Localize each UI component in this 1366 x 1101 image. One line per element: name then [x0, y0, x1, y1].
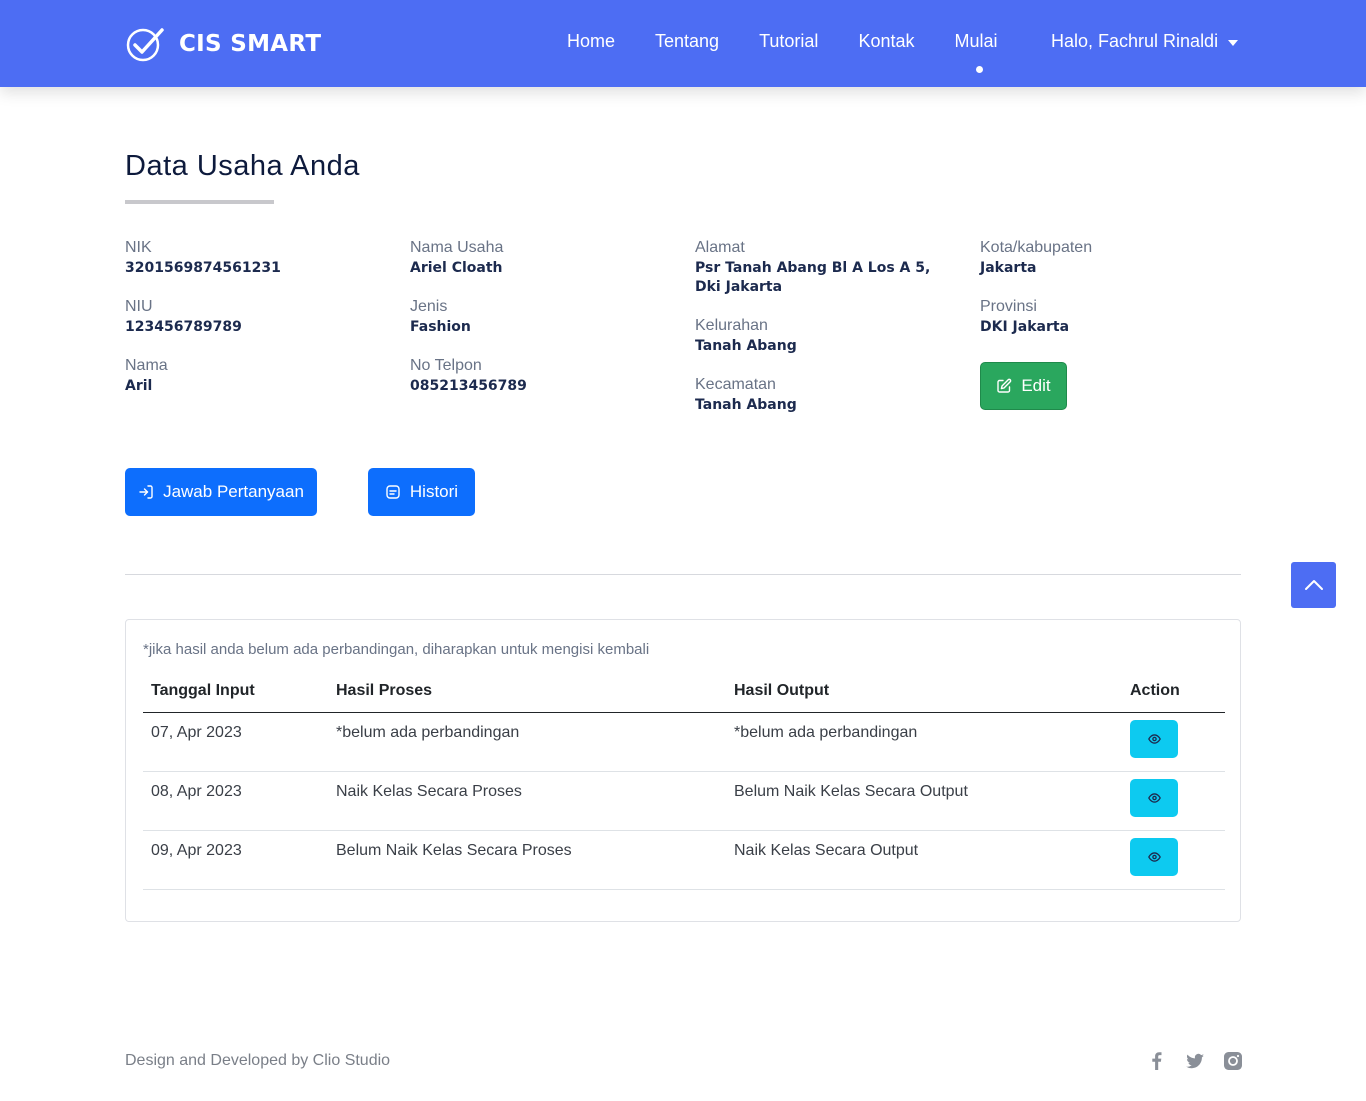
nav-link-kontak[interactable]: Kontak: [858, 31, 914, 52]
field-value: 123456789789: [125, 319, 242, 335]
cell-proses: Naik Kelas Secara Proses: [328, 771, 726, 831]
field-label: Nama Usaha: [410, 239, 504, 256]
cell-action: [1122, 830, 1225, 890]
nav-link-mulai[interactable]: Mulai: [954, 31, 998, 73]
field-value: Jakarta: [980, 260, 1037, 276]
section-divider: [125, 574, 1241, 575]
jawab-pertanyaan-label: Jawab Pertanyaan: [163, 482, 304, 501]
view-button[interactable]: [1130, 778, 1178, 817]
nav-links: Home Tentang Tutorial Kontak Mulai: [567, 31, 1038, 73]
field-label: Provinsi: [980, 298, 1037, 315]
nav-link-tutorial[interactable]: Tutorial: [759, 31, 818, 52]
history-note: *jika hasil anda belum ada perbandingan,…: [143, 641, 650, 658]
field-nama-usaha: Nama Usaha Ariel Cloath: [410, 238, 503, 278]
table-row: 07, Apr 2023 *belum ada perbandingan *be…: [143, 712, 1225, 772]
field-label: Jenis: [410, 298, 448, 315]
column-header-output: Hasil Output: [726, 680, 1122, 713]
field-label: Alamat: [695, 239, 745, 256]
column-header-tanggal: Tanggal Input: [143, 680, 328, 713]
table-row: 08, Apr 2023 Naik Kelas Secara Proses Be…: [143, 771, 1225, 831]
cell-tanggal: 09, Apr 2023: [143, 830, 328, 890]
facebook-icon[interactable]: [1147, 1051, 1167, 1071]
cell-action: [1122, 771, 1225, 831]
field-provinsi: Provinsi DKI Jakarta: [980, 297, 1069, 337]
jawab-pertanyaan-button[interactable]: Jawab Pertanyaan: [125, 468, 317, 516]
field-kota: Kota/kabupaten Jakarta: [980, 238, 1092, 278]
cell-tanggal: 07, Apr 2023: [143, 712, 328, 772]
chevron-up-icon: [1304, 580, 1323, 590]
field-value: Tanah Abang: [695, 397, 797, 413]
field-label: Nama: [125, 357, 168, 374]
cell-output: *belum ada perbandingan: [726, 712, 1122, 772]
field-value: 3201569874561231: [125, 260, 281, 276]
field-value: 085213456789: [410, 378, 527, 394]
field-kelurahan: Kelurahan Tanah Abang: [695, 316, 797, 356]
cell-output: Naik Kelas Secara Output: [726, 830, 1122, 890]
cell-proses: *belum ada perbandingan: [328, 712, 726, 772]
cell-output: Belum Naik Kelas Secara Output: [726, 771, 1122, 831]
field-nik: NIK 3201569874561231: [125, 238, 281, 278]
field-alamat: Alamat Psr Tanah Abang Bl A Los A 5, Dki…: [695, 238, 945, 297]
field-label: NIK: [125, 239, 152, 256]
sign-in-icon: [139, 485, 153, 499]
user-greeting: Halo, Fachrul Rinaldi: [1051, 31, 1219, 51]
edit-icon: [997, 378, 1012, 393]
field-value: Psr Tanah Abang Bl A Los A 5, Dki Jakart…: [695, 260, 931, 295]
field-kecamatan: Kecamatan Tanah Abang: [695, 375, 797, 415]
check-circle-logo-icon: [126, 28, 164, 62]
nav-link-home[interactable]: Home: [567, 31, 615, 52]
back-to-top-button[interactable]: [1291, 562, 1336, 608]
eye-icon: [1147, 792, 1161, 803]
brand[interactable]: CIS SMART: [125, 26, 321, 62]
field-label: Kota/kabupaten: [980, 239, 1093, 256]
table-header-row: Tanggal Input Hasil Proses Hasil Output …: [143, 680, 1225, 713]
footer-credit: Design and Developed by Clio Studio: [125, 1052, 391, 1069]
cell-proses: Belum Naik Kelas Secara Proses: [328, 830, 726, 890]
history-card: *jika hasil anda belum ada perbandingan,…: [125, 619, 1241, 922]
view-button[interactable]: [1130, 837, 1178, 876]
field-value: Aril: [125, 378, 153, 394]
field-value: DKI Jakarta: [980, 319, 1070, 335]
field-nama: Nama Aril: [125, 356, 168, 396]
edit-button[interactable]: Edit: [980, 362, 1067, 410]
histori-label: Histori: [409, 482, 459, 501]
field-value: Tanah Abang: [695, 338, 797, 354]
view-button[interactable]: [1130, 719, 1178, 758]
caret-down-icon: [1228, 39, 1239, 46]
eye-icon: [1147, 851, 1161, 862]
field-value: Ariel Cloath: [410, 260, 503, 276]
nav-link-tentang[interactable]: Tentang: [655, 31, 719, 52]
user-dropdown[interactable]: Halo, Fachrul Rinaldi: [1051, 31, 1239, 52]
social-links: [1147, 1051, 1243, 1071]
field-niu: NIU 123456789789: [125, 297, 242, 337]
navbar: CIS SMART Home Tentang Tutorial Kontak M…: [0, 0, 1366, 87]
title-underline: [125, 200, 274, 204]
field-no-telpon: No Telpon 085213456789: [410, 356, 527, 396]
field-label: Kelurahan: [695, 317, 768, 334]
history-table: Tanggal Input Hasil Proses Hasil Output …: [143, 680, 1225, 890]
cell-action: [1122, 712, 1225, 772]
page-title: Data Usaha Anda: [125, 150, 360, 182]
column-header-action: Action: [1122, 680, 1225, 713]
field-label: Kecamatan: [695, 376, 776, 393]
field-label: NIU: [125, 298, 153, 315]
brand-name: CIS SMART: [179, 31, 322, 57]
cell-tanggal: 08, Apr 2023: [143, 771, 328, 831]
field-value: Fashion: [410, 319, 471, 335]
history-icon: [386, 485, 400, 499]
twitter-icon[interactable]: [1185, 1051, 1205, 1071]
edit-button-label: Edit: [1021, 376, 1051, 395]
table-row: 09, Apr 2023 Belum Naik Kelas Secara Pro…: [143, 830, 1225, 890]
instagram-icon[interactable]: [1223, 1051, 1243, 1071]
field-label: No Telpon: [410, 357, 482, 374]
histori-button[interactable]: Histori: [368, 468, 475, 516]
eye-icon: [1147, 733, 1161, 744]
column-header-proses: Hasil Proses: [328, 680, 726, 713]
field-jenis: Jenis Fashion: [410, 297, 471, 337]
